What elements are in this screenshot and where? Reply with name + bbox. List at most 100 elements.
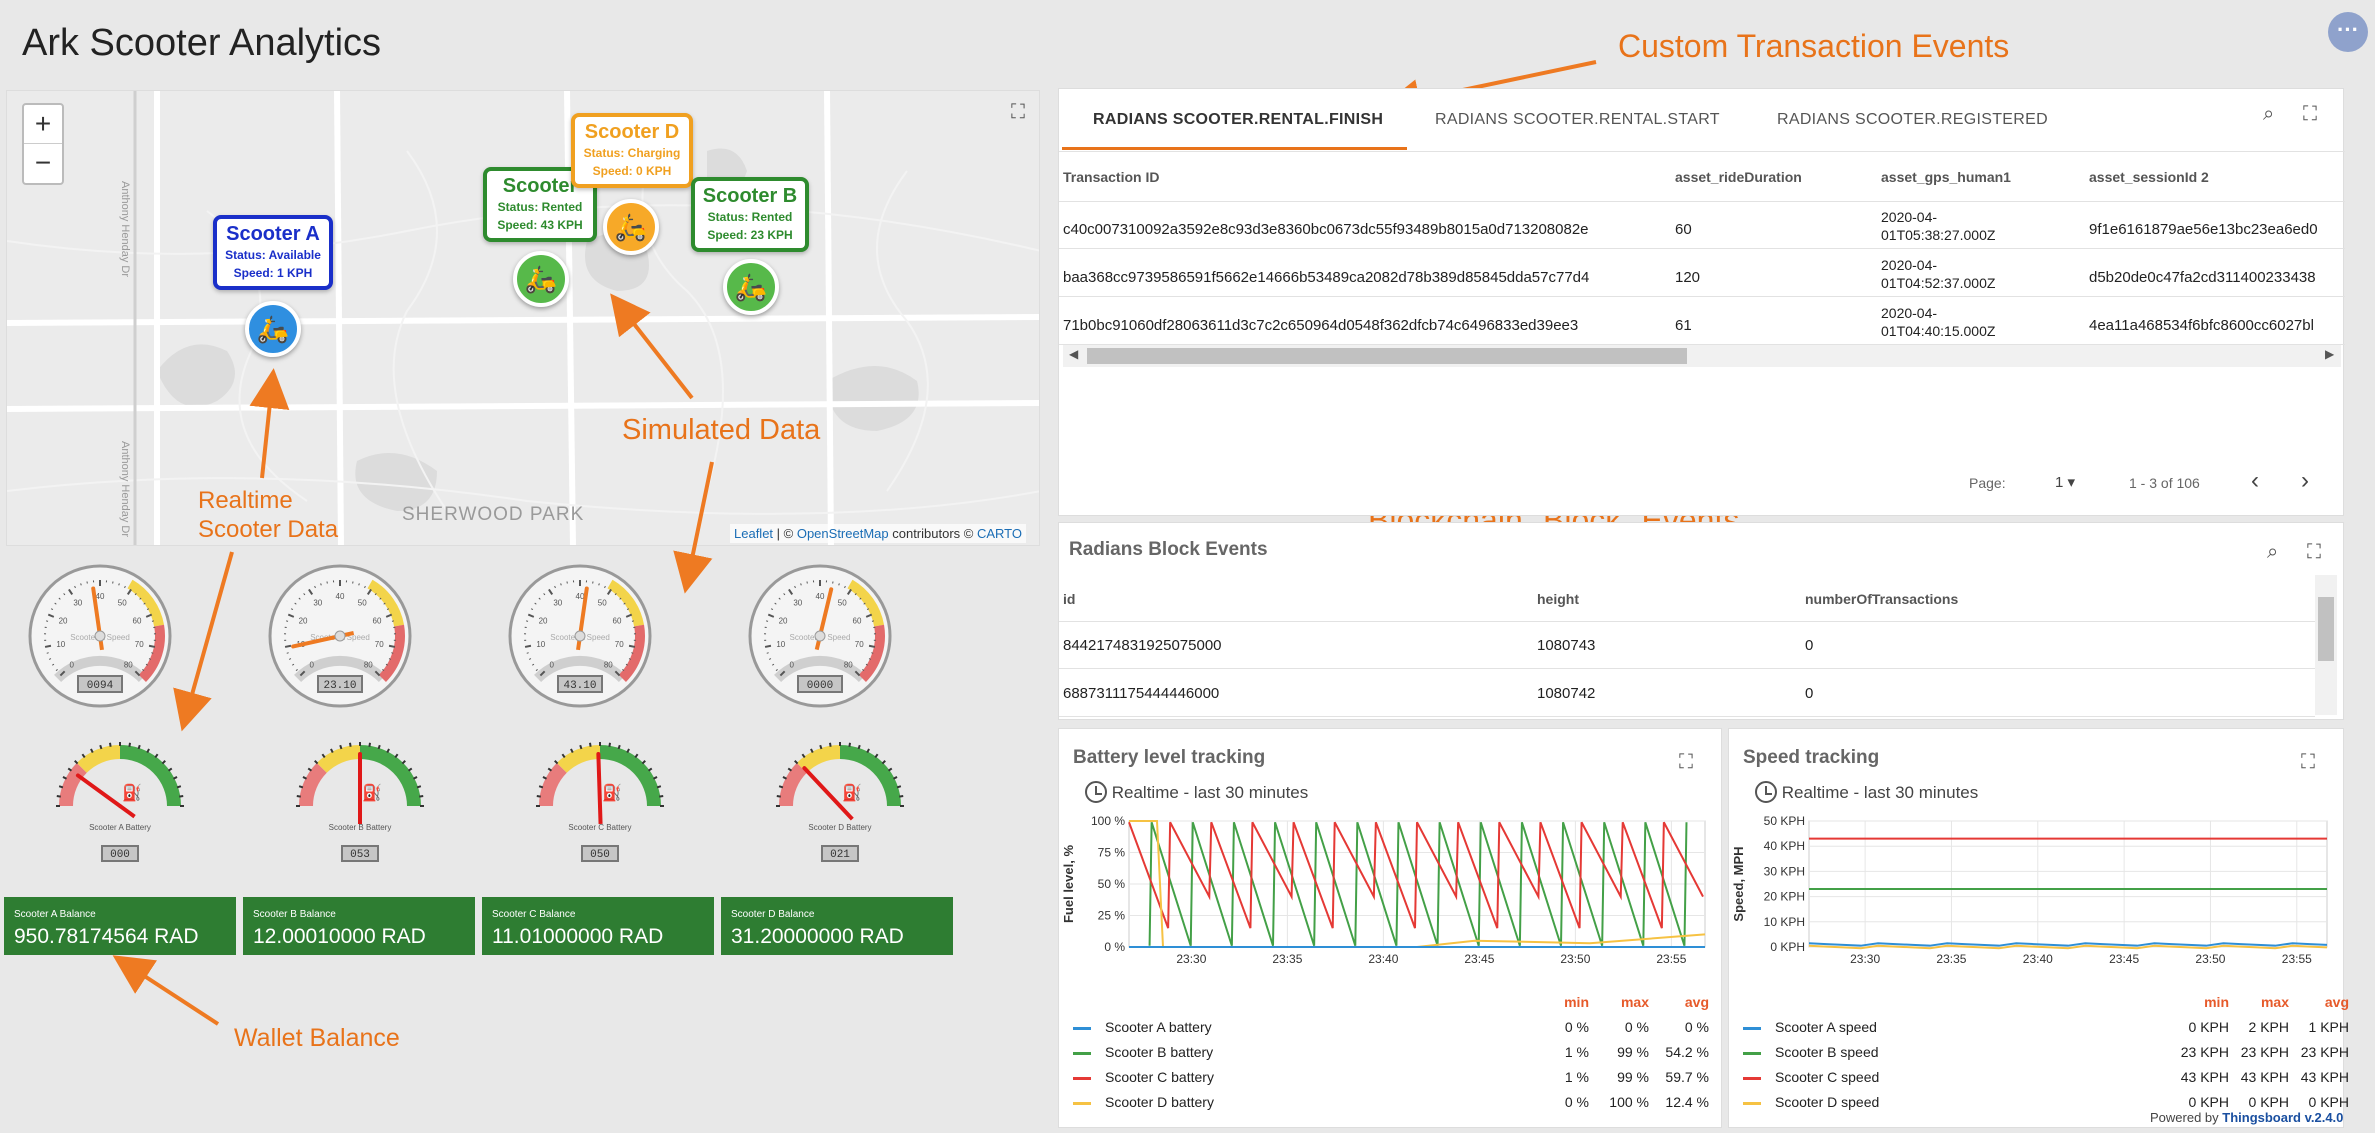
x-tick-label: 23:55 bbox=[1656, 952, 1686, 966]
blocks-widget: Radians Block Events ⌕ ⛶ id height numberO… bbox=[1058, 522, 2344, 720]
gauge-tick: 30 bbox=[793, 599, 802, 608]
table-cell: 0 bbox=[1805, 637, 1814, 654]
wallet-label: Scooter D Balance bbox=[731, 909, 815, 920]
page-select[interactable]: 1 ▾ bbox=[2055, 473, 2075, 491]
column-header[interactable]: numberOfTransactions bbox=[1805, 591, 1958, 607]
legend-item[interactable]: Scooter B battery 1 % 99 % 54.2 % bbox=[1073, 1044, 1709, 1066]
more-horiz-icon[interactable]: ··· bbox=[2328, 12, 2368, 52]
tab-rental-start[interactable]: RADIANS SCOOTER.RENTAL.START bbox=[1435, 111, 1720, 129]
carto-link[interactable]: CARTO bbox=[977, 526, 1022, 541]
legend-max: 0 KPH bbox=[2248, 1094, 2289, 1110]
fullscreen-icon[interactable]: ⛶ bbox=[2307, 541, 2321, 564]
table-row[interactable]: c40c007310092a3592e8c93d3e8360bc0673dc55… bbox=[1059, 201, 2345, 249]
column-header[interactable]: asset_gps_human1 bbox=[1881, 169, 2011, 185]
scooter-d-marker[interactable]: 🛵 bbox=[603, 199, 659, 255]
table-row[interactable]: 8442174831925075000 1080743 0 bbox=[1059, 621, 2315, 669]
active-tab-indicator bbox=[1062, 147, 1407, 150]
fullscreen-icon[interactable]: ⛶ bbox=[2301, 751, 2315, 774]
legend-item[interactable]: Scooter C battery 1 % 99 % 59.7 % bbox=[1073, 1069, 1709, 1091]
cell-transaction-id: baa368cc9739586591f5662e14666b53489ca208… bbox=[1063, 269, 1590, 286]
gauge-tick: 50 bbox=[838, 599, 847, 608]
legend-item[interactable]: Scooter B speed 23 KPH 23 KPH 23 KPH bbox=[1743, 1044, 2349, 1066]
scooter-c-marker[interactable]: 🛵 bbox=[513, 251, 569, 307]
legend-item[interactable]: Scooter A speed 0 KPH 2 KPH 1 KPH bbox=[1743, 1019, 2349, 1041]
battery-gauge: ⛽ Scooter D Battery 021 bbox=[776, 742, 904, 862]
gauge-tick: 0 bbox=[789, 660, 794, 669]
legend-avg: 23 KPH bbox=[2300, 1044, 2349, 1060]
legend-min: 1 % bbox=[1564, 1044, 1589, 1060]
legend-max: 99 % bbox=[1617, 1069, 1649, 1085]
fullscreen-icon[interactable]: ⛶ bbox=[1679, 751, 1693, 774]
legend-max: 0 % bbox=[1624, 1019, 1649, 1035]
table-cell: 6887311175444446000 bbox=[1063, 685, 1220, 702]
battery-gauge-value: 021 bbox=[830, 849, 850, 861]
legend-swatch bbox=[1743, 1052, 1761, 1055]
wallet-value: 11.01000000 RAD bbox=[492, 925, 664, 948]
tab-registered[interactable]: RADIANS SCOOTER.REGISTERED bbox=[1777, 111, 2048, 129]
footer-brand-link[interactable]: Thingsboard v.2.4.0 bbox=[2222, 1110, 2343, 1125]
clock-icon bbox=[1085, 781, 1107, 803]
legend-stat-header: max bbox=[1620, 994, 1649, 1010]
zoom-in-button[interactable]: + bbox=[24, 105, 62, 144]
legend-item[interactable]: Scooter D battery 0 % 100 % 12.4 % bbox=[1073, 1094, 1709, 1116]
table-row[interactable]: baa368cc9739586591f5662e14666b53489ca208… bbox=[1059, 249, 2345, 297]
legend-min: 0 KPH bbox=[2188, 1019, 2229, 1035]
fullscreen-icon[interactable]: ⛶ bbox=[2303, 103, 2317, 126]
scooter-a-marker[interactable]: 🛵 bbox=[245, 301, 301, 357]
wallet-value: 31.20000000 RAD bbox=[731, 925, 904, 948]
table-row[interactable]: 71b0bc91060df28063611d3c7c2c650964d0548f… bbox=[1059, 297, 2345, 345]
legend-item[interactable]: Scooter A battery 0 % 0 % 0 % bbox=[1073, 1019, 1709, 1041]
gauge-tick: 50 bbox=[598, 599, 607, 608]
scooter-b-marker[interactable]: 🛵 bbox=[723, 259, 779, 315]
legend-max: 43 KPH bbox=[2240, 1069, 2289, 1085]
y-tick-label: 0 % bbox=[1104, 940, 1125, 954]
column-header[interactable]: height bbox=[1537, 591, 1579, 607]
tab-rental-finish[interactable]: RADIANS SCOOTER.RENTAL.FINISH bbox=[1093, 111, 1383, 129]
fullscreen-icon[interactable]: ⛶ bbox=[1011, 101, 1025, 124]
vertical-scrollbar[interactable] bbox=[2315, 575, 2337, 715]
column-header[interactable]: Transaction ID bbox=[1063, 169, 1159, 185]
gauge-tick: 30 bbox=[73, 599, 82, 608]
wallet-value: 12.00010000 RAD bbox=[253, 925, 426, 948]
scooter-a-popup: Scooter A Status: Available Speed: 1 KPH bbox=[213, 215, 333, 290]
scooter-d-popup: Scooter D Status: Charging Speed: 0 KPH bbox=[571, 113, 693, 188]
gauge-tick: 60 bbox=[133, 617, 142, 626]
gauge-tick: 80 bbox=[604, 660, 613, 669]
cell-gps-time: 01T04:40:15.000Z bbox=[1881, 323, 1996, 339]
osm-link[interactable]: OpenStreetMap bbox=[797, 526, 889, 541]
y-tick-label: 40 KPH bbox=[1764, 839, 1805, 853]
map-widget[interactable]: Anthony Henday Dr Anthony Henday Dr SHER… bbox=[6, 90, 1040, 546]
legend-avg: 59.7 % bbox=[1665, 1069, 1709, 1085]
leaflet-link[interactable]: Leaflet bbox=[734, 526, 773, 541]
wallet-balance-card: Scooter B Balance 12.00010000 RAD bbox=[243, 897, 475, 955]
annotation-custom-tx: Custom Transaction Events bbox=[1618, 28, 2010, 64]
zoom-out-button[interactable]: − bbox=[24, 144, 62, 183]
gauges-area: 01020304050607080Scooter A Speed0094 0102… bbox=[28, 564, 904, 862]
gauge-tick: 80 bbox=[844, 660, 853, 669]
speed-gauge: 01020304050607080Scooter A Speed0094 bbox=[28, 564, 172, 708]
timewindow[interactable]: Realtime - last 30 minutes bbox=[1085, 781, 1308, 808]
speed-gauge: 01020304050607080Scooter A Speed43.10 bbox=[508, 564, 652, 708]
timewindow[interactable]: Realtime - last 30 minutes bbox=[1755, 781, 1978, 808]
prev-page-button[interactable]: ‹ bbox=[2251, 467, 2259, 495]
table-row[interactable]: 6887311175444446000 1080742 0 bbox=[1059, 669, 2315, 717]
horizontal-scrollbar[interactable]: ◀ ▶ bbox=[1063, 345, 2341, 367]
legend-min: 23 KPH bbox=[2180, 1044, 2229, 1060]
cell-ride-duration: 61 bbox=[1675, 317, 1692, 334]
y-axis-label: Fuel level, % bbox=[1061, 845, 1076, 923]
legend-avg: 0 % bbox=[1684, 1019, 1709, 1035]
gauge-tick: 10 bbox=[536, 640, 545, 649]
column-header[interactable]: asset_rideDuration bbox=[1675, 169, 1802, 185]
battery-gauge-value: 000 bbox=[110, 849, 130, 861]
x-tick-label: 23:45 bbox=[2109, 952, 2139, 966]
legend-min: 1 % bbox=[1564, 1069, 1589, 1085]
search-icon[interactable]: ⌕ bbox=[2267, 541, 2278, 564]
table-cell: 8442174831925075000 bbox=[1063, 637, 1222, 654]
clock-icon bbox=[1755, 781, 1777, 803]
next-page-button[interactable]: › bbox=[2301, 467, 2309, 495]
column-header[interactable]: asset_sessionId 2 bbox=[2089, 169, 2209, 185]
battery-gauge-label: Scooter D Battery bbox=[808, 823, 871, 832]
column-header[interactable]: id bbox=[1063, 591, 1075, 607]
legend-item[interactable]: Scooter C speed 43 KPH 43 KPH 43 KPH bbox=[1743, 1069, 2349, 1091]
search-icon[interactable]: ⌕ bbox=[2263, 103, 2274, 126]
